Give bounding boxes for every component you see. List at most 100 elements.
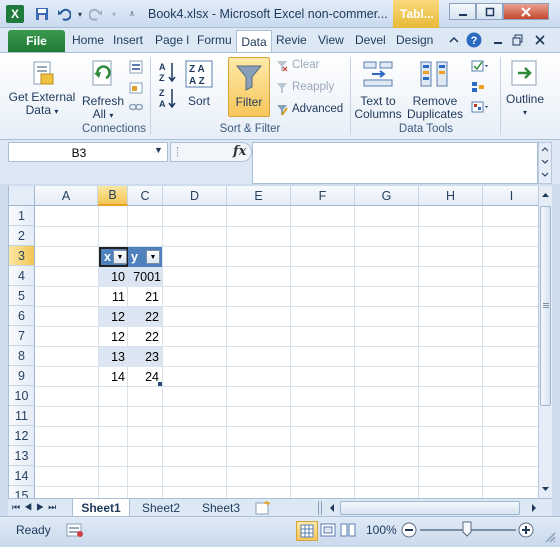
tab-data[interactable]: Data [236,30,272,53]
edit-links-icon[interactable] [128,99,144,115]
sort-button[interactable]: Sort [182,95,216,108]
resize-grip-icon[interactable] [544,531,556,543]
column-header-e[interactable]: E [227,186,291,206]
sheet-tab-1[interactable]: Sheet1 [72,499,130,517]
column-header-g[interactable]: G [355,186,419,206]
table-cell-y[interactable]: 23 [128,347,162,367]
row-header[interactable]: 14 [9,466,35,486]
table-cell-y[interactable]: 24 [128,367,162,387]
workbook-close-icon[interactable] [532,32,548,48]
scroll-right-icon[interactable] [528,501,540,515]
column-header-a[interactable]: A [35,186,98,206]
tab-review[interactable]: Revie [276,33,307,47]
filter-dropdown-icon[interactable]: ▼ [146,250,160,264]
advanced-button[interactable]: Advanced [292,103,343,115]
vertical-scrollbar[interactable] [538,186,552,498]
row-header[interactable]: 6 [9,306,35,326]
tab-page-layout[interactable]: Page l [155,33,189,47]
row-header[interactable]: 13 [9,446,35,466]
get-external-data-button[interactable]: Get External Data ▾ [6,91,78,118]
sheet-tab-2[interactable]: Sheet2 [132,499,190,517]
undo-icon[interactable] [56,6,72,22]
workbook-restore-icon[interactable] [510,32,526,48]
excel-app-icon[interactable]: X [6,5,24,23]
row-header[interactable]: 1 [9,206,35,226]
text-to-columns-button[interactable]: Text to Columns [354,95,402,121]
table-cell-x[interactable]: 10 [99,267,128,287]
remove-duplicates-button[interactable]: Remove Duplicates [405,95,465,121]
insert-worksheet-icon[interactable] [254,500,274,516]
table-cell-y[interactable]: 22 [128,327,162,347]
row-header[interactable]: 4 [9,266,35,286]
tab-design[interactable]: Design [396,33,433,47]
column-header-f[interactable]: F [291,186,355,206]
tab-view[interactable]: View [318,33,344,47]
properties-icon[interactable] [128,80,144,96]
row-header[interactable]: 5 [9,286,35,306]
zoom-slider-thumb[interactable] [462,521,472,537]
filter-dropdown-icon[interactable]: ▼ [113,250,127,264]
refresh-all-button[interactable]: Refresh All ▾ [80,95,126,122]
worksheet-grid[interactable]: A B C D E F G H I 1 2 3 4 5 6 7 8 9 10 1… [8,186,538,498]
table-cell-x[interactable]: 11 [99,287,128,307]
normal-view-icon[interactable] [296,521,318,541]
table-header-y[interactable]: y ▼ [128,247,162,267]
data-validation-icon[interactable] [470,59,490,73]
clear-filter-icon[interactable] [275,59,289,73]
scroll-down-icon[interactable] [540,482,551,496]
column-header-d[interactable]: D [163,186,227,206]
table-cell-y[interactable]: 7001 [128,267,162,287]
zoom-in-icon[interactable] [518,522,534,538]
row-header[interactable]: 10 [9,386,35,406]
minimize-button[interactable] [449,3,476,20]
table-resize-handle[interactable] [158,382,162,386]
name-box-dropdown-icon[interactable]: ▼ [154,145,163,155]
horizontal-scroll-thumb[interactable] [340,501,520,515]
tab-formulas[interactable]: Formu [197,33,232,47]
table-cell-x[interactable]: 12 [99,307,128,327]
column-header-c[interactable]: C [128,186,163,206]
consolidate-icon[interactable] [470,80,486,94]
undo-dropdown-icon[interactable]: ▾ [72,6,88,22]
row-header[interactable]: 15 [9,486,35,498]
advanced-filter-icon[interactable] [275,103,289,117]
select-all-corner[interactable] [9,186,35,206]
connections-icon[interactable] [128,59,144,75]
row-header[interactable]: 7 [9,326,35,346]
what-if-analysis-icon[interactable] [470,100,490,114]
row-header[interactable]: 8 [9,346,35,366]
reapply-icon[interactable] [275,81,289,95]
page-break-preview-icon[interactable] [338,521,358,541]
formula-input[interactable] [252,142,538,184]
sheet-navigation-icons[interactable]: ⏮◀▶⏭ [12,502,60,513]
sort-ascending-icon[interactable]: AZ [156,61,178,83]
row-header[interactable]: 2 [9,226,35,246]
formula-bar-grip-icon[interactable] [177,147,185,157]
column-header-h[interactable]: H [419,186,483,206]
redo-dropdown-icon[interactable]: ▾ [106,6,122,22]
tab-split-handle[interactable] [318,501,322,515]
workbook-minimize-icon[interactable] [490,32,506,48]
close-button[interactable] [503,3,549,20]
tab-file[interactable]: File [8,30,65,52]
tab-developer[interactable]: Devel [355,33,386,47]
zoom-level[interactable]: 100% [366,523,397,537]
row-header[interactable]: 9 [9,366,35,386]
minimize-ribbon-icon[interactable] [446,32,462,48]
formula-bar-scroll[interactable] [538,142,552,184]
table-cell-y[interactable]: 22 [128,307,162,327]
clear-button[interactable]: Clear [292,59,319,71]
table-cell-y[interactable]: 21 [128,287,162,307]
customize-qat-icon[interactable]: ⩡ [124,6,140,22]
row-header[interactable]: 12 [9,426,35,446]
sheet-tab-3[interactable]: Sheet3 [192,499,250,517]
scroll-left-icon[interactable] [326,501,338,515]
table-cell-x[interactable]: 14 [99,367,128,387]
name-box[interactable]: B3 ▼ [8,142,168,162]
row-header[interactable]: 3 [9,246,35,266]
column-header-b[interactable]: B [98,186,128,206]
vertical-scroll-thumb[interactable] [540,206,551,406]
maximize-button[interactable] [476,3,503,20]
zoom-out-icon[interactable] [401,522,417,538]
tab-insert[interactable]: Insert [113,33,143,47]
